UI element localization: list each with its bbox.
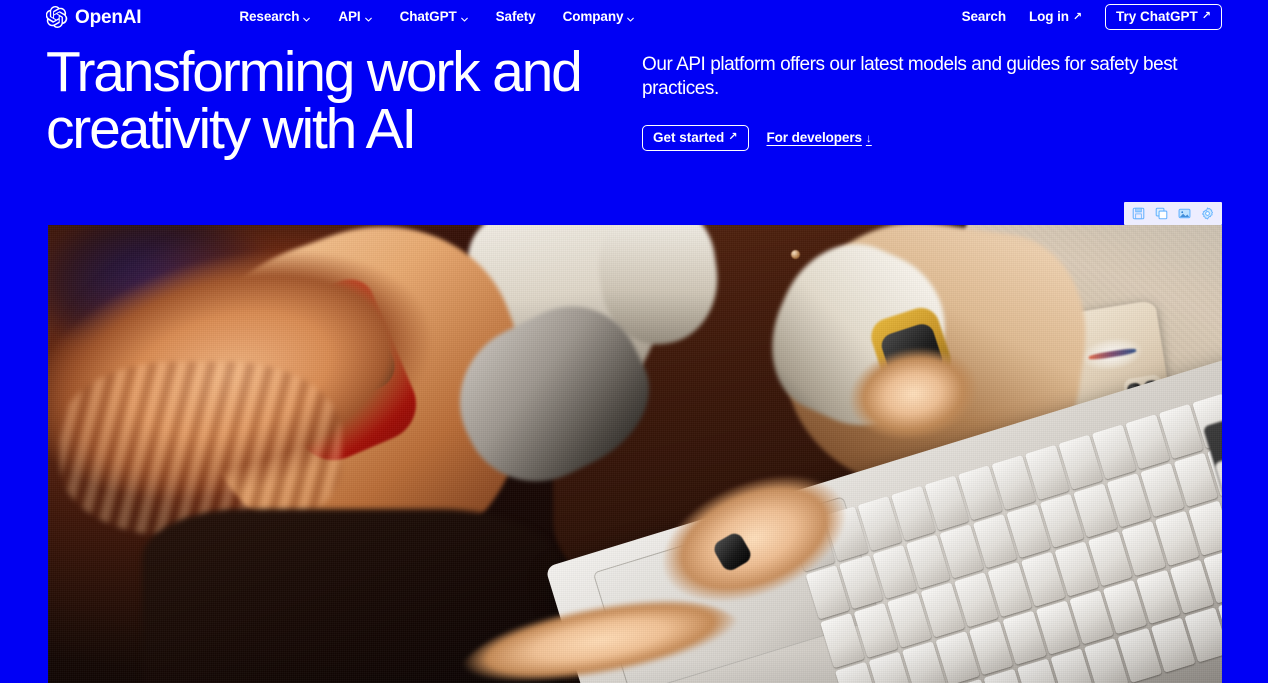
hero-section: Transforming work and creativity with AI…	[0, 44, 1268, 158]
search-button[interactable]: Search	[961, 9, 1007, 25]
try-chatgpt-button[interactable]: Try ChatGPT ↗	[1105, 3, 1222, 31]
nav-item-safety-label: Safety	[495, 9, 536, 25]
nav-item-chatgpt[interactable]: ChatGPT	[400, 10, 469, 24]
phone-case-graphic	[1078, 333, 1146, 376]
hero-action-row: Get started ↗ For developers ↓	[642, 124, 1222, 152]
chevron-down-icon	[364, 13, 373, 22]
brand-name-label: OpenAI	[75, 6, 142, 28]
get-started-label: Get started	[653, 129, 725, 145]
nav-item-api-label: API	[338, 9, 361, 25]
nav-item-research-label: Research	[239, 9, 300, 25]
top-navigation-bar: OpenAI Research API ChatGPT Safety Compa…	[0, 0, 1268, 34]
hero-subtitle: Our API platform offers our latest model…	[642, 54, 1178, 100]
nav-item-api[interactable]: API	[338, 10, 372, 24]
openai-brand-logo[interactable]: OpenAI	[45, 5, 142, 28]
hero-text-column: Transforming work and creativity with AI	[46, 44, 642, 158]
nav-item-company[interactable]: Company	[563, 10, 636, 24]
nav-item-chatgpt-label: ChatGPT	[399, 9, 457, 25]
hero-image	[48, 225, 1222, 683]
login-label: Log in	[1029, 9, 1069, 25]
hero-secondary-column: Our API platform offers our latest model…	[642, 44, 1222, 158]
chevron-down-icon	[460, 13, 469, 22]
login-link[interactable]: Log in ↗	[1029, 10, 1082, 24]
hero-title-line-2: creativity with AI	[46, 97, 417, 161]
try-chatgpt-label: Try ChatGPT	[1116, 8, 1198, 24]
hero-title-line-1: Transforming work and	[46, 40, 583, 104]
copy-icon[interactable]	[1152, 204, 1171, 223]
get-started-button[interactable]: Get started ↗	[642, 124, 749, 152]
arrow-up-right-icon: ↗	[728, 130, 738, 143]
chevron-down-icon	[302, 13, 311, 22]
settings-gear-icon[interactable]	[1198, 204, 1217, 223]
image-overlay-toolbar	[1124, 202, 1222, 225]
primary-nav-links: Research API ChatGPT Safety Company	[239, 10, 635, 24]
save-icon[interactable]	[1129, 204, 1148, 223]
page-title: Transforming work and creativity with AI	[46, 44, 642, 158]
nav-right-actions: Search Log in ↗ Try ChatGPT ↗	[961, 3, 1222, 31]
search-label: Search	[961, 9, 1007, 25]
page-root: OpenAI Research API ChatGPT Safety Compa…	[0, 0, 1268, 683]
nav-item-research[interactable]: Research	[239, 10, 311, 24]
nav-item-safety[interactable]: Safety	[496, 10, 536, 24]
image-icon[interactable]	[1175, 204, 1194, 223]
nav-item-company-label: Company	[562, 9, 624, 25]
shirt-button-top	[791, 249, 801, 259]
arrow-up-right-icon: ↗	[1201, 10, 1211, 22]
openai-logo-icon	[45, 5, 68, 28]
chevron-down-icon	[626, 13, 635, 22]
for-developers-link[interactable]: For developers ↓	[767, 131, 872, 145]
arrow-up-right-icon: ↗	[1072, 10, 1083, 23]
for-developers-label: For developers	[766, 130, 862, 146]
arrow-down-icon: ↓	[865, 130, 872, 145]
hero-photo-composition	[48, 225, 1222, 683]
